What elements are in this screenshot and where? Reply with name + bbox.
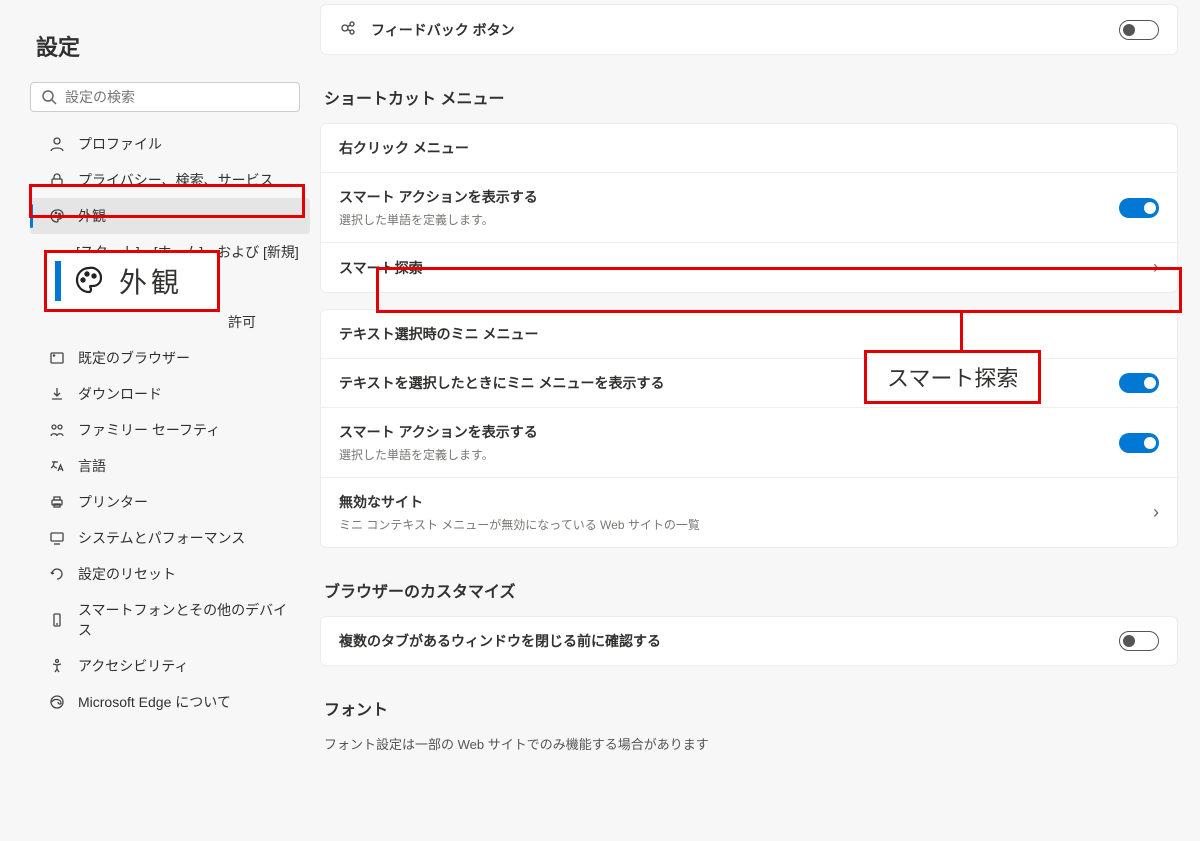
- palette-icon: [73, 264, 105, 299]
- sidebar-item-profile[interactable]: プロファイル: [30, 126, 310, 162]
- mini-menu-header-row: テキスト選択時のミニ メニュー: [321, 310, 1177, 358]
- sidebar-item-label: ファミリー セーフティ: [78, 420, 220, 440]
- mini-menu-show-toggle[interactable]: [1119, 373, 1159, 393]
- sidebar-item-label: ダウンロード: [78, 384, 162, 404]
- phone-icon: [48, 612, 66, 628]
- language-icon: [48, 458, 66, 474]
- smart-explore-callout-text: スマート探索: [887, 366, 1018, 391]
- customize-card: 複数のタブがあるウィンドウを閉じる前に確認する: [320, 616, 1178, 666]
- sidebar-item-accessibility[interactable]: アクセシビリティ: [30, 648, 310, 684]
- download-icon: [48, 386, 66, 402]
- sidebar-item-about[interactable]: Microsoft Edge について: [30, 684, 310, 720]
- sidebar-title: 設定: [36, 30, 310, 62]
- window-icon: [48, 350, 66, 366]
- confirm-close-toggle[interactable]: [1119, 631, 1159, 651]
- sidebar-item-label: Microsoft Edge について: [78, 692, 231, 712]
- confirm-close-row: 複数のタブがあるウィンドウを閉じる前に確認する: [321, 617, 1177, 665]
- sidebar-item-label: アクセシビリティ: [78, 656, 188, 676]
- feedback-icon: [339, 19, 357, 40]
- sidebar-item-language[interactable]: 言語: [30, 448, 310, 484]
- main-panel: フィードバック ボタン ショートカット メニュー 右クリック メニュー スマート…: [320, 0, 1200, 841]
- accessibility-icon: [48, 658, 66, 674]
- sidebar-item-downloads[interactable]: ダウンロード: [30, 376, 310, 412]
- annotation-sidebar-appearance-box: [29, 184, 305, 218]
- disabled-sites-sub: ミニ コンテキスト メニューが無効になっている Web サイトの一覧: [339, 516, 700, 533]
- settings-sidebar: 設定 プロファイル プライバシー、検索、サービス 外観 [スタート]、[ホーム]…: [0, 0, 320, 841]
- smart-actions2-toggle[interactable]: [1119, 433, 1159, 453]
- search-icon: [41, 89, 57, 105]
- annotation-smart-explore-callout: スマート探索: [864, 350, 1041, 404]
- search-input[interactable]: [65, 89, 289, 105]
- mini-menu-show-title: テキストを選択したときにミニ メニューを表示する: [339, 373, 664, 393]
- smart-actions2-row: スマート アクションを表示する 選択した単語を定義します。: [321, 407, 1177, 477]
- sidebar-item-label: 許可: [228, 312, 256, 332]
- smart-actions-title: スマート アクションを表示する: [339, 187, 538, 207]
- smart-actions-toggle[interactable]: [1119, 198, 1159, 218]
- disabled-sites-title: 無効なサイト: [339, 492, 700, 512]
- search-box[interactable]: [30, 82, 300, 112]
- feedback-label: フィードバック ボタン: [371, 20, 515, 40]
- smart-actions-row: スマート アクションを表示する 選択した単語を定義します。: [321, 172, 1177, 242]
- sidebar-item-default-browser[interactable]: 既定のブラウザー: [30, 340, 310, 376]
- mini-menu-header: テキスト選択時のミニ メニュー: [339, 324, 538, 344]
- monitor-icon: [48, 530, 66, 546]
- reset-icon: [48, 566, 66, 582]
- feedback-card: フィードバック ボタン: [320, 4, 1178, 55]
- disabled-sites-row[interactable]: 無効なサイト ミニ コンテキスト メニューが無効になっている Web サイトの一…: [321, 477, 1177, 547]
- sidebar-item-label: スマートフォンとその他のデバイス: [78, 600, 300, 640]
- feedback-toggle[interactable]: [1119, 20, 1159, 40]
- sidebar-item-label: プリンター: [78, 492, 148, 512]
- callout-accent-bar: [55, 261, 61, 301]
- sidebar-item-label: 言語: [78, 456, 106, 476]
- customize-title: ブラウザーのカスタマイズ: [324, 578, 1178, 602]
- sidebar-item-label: システムとパフォーマンス: [78, 528, 245, 548]
- annotation-connector-line: [960, 313, 963, 351]
- font-title: フォント: [324, 696, 1178, 720]
- smart-actions-sub: 選択した単語を定義します。: [339, 211, 538, 228]
- sidebar-item-phone[interactable]: スマートフォンとその他のデバイス: [30, 592, 310, 648]
- sidebar-item-printer[interactable]: プリンター: [30, 484, 310, 520]
- printer-icon: [48, 494, 66, 510]
- smart-actions2-sub: 選択した単語を定義します。: [339, 446, 538, 463]
- appearance-callout-text: 外観: [119, 261, 183, 301]
- smart-actions2-title: スマート アクションを表示する: [339, 422, 538, 442]
- edge-icon: [48, 694, 66, 710]
- mini-menu-show-row: テキストを選択したときにミニ メニューを表示する: [321, 358, 1177, 407]
- sidebar-item-label: 設定のリセット: [78, 564, 176, 584]
- annotation-appearance-callout: 外観: [44, 250, 220, 312]
- sidebar-item-reset[interactable]: 設定のリセット: [30, 556, 310, 592]
- sidebar-item-label: 既定のブラウザー: [78, 348, 190, 368]
- sidebar-item-label: プロファイル: [78, 134, 162, 154]
- confirm-close-title: 複数のタブがあるウィンドウを閉じる前に確認する: [339, 631, 661, 651]
- sidebar-item-system[interactable]: システムとパフォーマンス: [30, 520, 310, 556]
- right-click-title: 右クリック メニュー: [339, 138, 469, 158]
- mini-menu-card: テキスト選択時のミニ メニュー テキストを選択したときにミニ メニューを表示する…: [320, 309, 1178, 548]
- right-click-header: 右クリック メニュー: [321, 124, 1177, 172]
- shortcut-menu-title: ショートカット メニュー: [324, 85, 1178, 109]
- profile-icon: [48, 136, 66, 152]
- feedback-row: フィードバック ボタン: [321, 5, 1177, 54]
- family-icon: [48, 422, 66, 438]
- chevron-right-icon: ›: [1153, 502, 1159, 523]
- sidebar-item-family[interactable]: ファミリー セーフティ: [30, 412, 310, 448]
- font-desc: フォント設定は一部の Web サイトでのみ機能する場合があります: [324, 734, 1178, 753]
- annotation-smart-explore-box: [376, 267, 1182, 313]
